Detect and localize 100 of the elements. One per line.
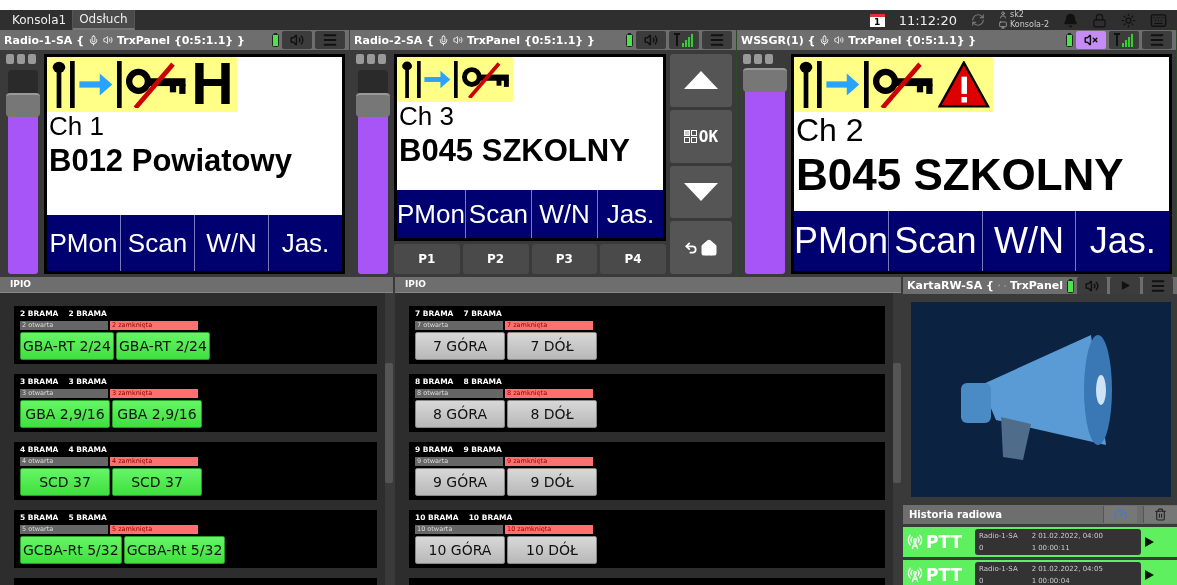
panel-title: WSSGR(1) { (741, 33, 816, 47)
menu-icon (1150, 277, 1166, 294)
preset-button[interactable]: P3 (531, 244, 598, 274)
entry-type: PTT (926, 532, 964, 552)
dial-icon (1114, 508, 1127, 521)
battery-icon (626, 33, 633, 47)
play-icon (1144, 537, 1154, 547)
bell-icon[interactable] (1063, 12, 1078, 28)
user-name: sk2 (1010, 10, 1024, 20)
battery-icon (272, 33, 279, 47)
io-button[interactable]: GBA-RT 2/24 (20, 332, 114, 360)
panel-title: TrxPanel {0:5:1.1} } (467, 33, 595, 47)
key-crossed-icon (461, 61, 510, 98)
station-name: Konsola-2 (1010, 20, 1049, 30)
slider-thumb[interactable] (6, 92, 40, 117)
speaker-button[interactable] (1077, 277, 1107, 294)
slider-thumb[interactable] (356, 92, 390, 117)
signal-icon (673, 33, 695, 47)
preset-button[interactable]: P1 (394, 244, 460, 274)
refresh-icon[interactable] (971, 13, 985, 27)
entry-type: PTT (926, 565, 964, 585)
channel-label: Ch 2 (795, 112, 865, 149)
volume-slider[interactable] (8, 70, 38, 274)
calendar-date: 1 (869, 13, 885, 27)
panel-title: KartaRW-SA { (907, 279, 994, 292)
io-button[interactable]: GBA 2,9/16 (20, 400, 110, 428)
menu-icon (322, 32, 338, 48)
ok-button[interactable]: OK (670, 109, 732, 163)
user-icon (999, 11, 1007, 19)
io-button[interactable]: 10 GÓRA (415, 536, 505, 564)
battery-icon (1066, 33, 1073, 47)
transfer-icon (70, 61, 123, 108)
io-button[interactable]: SCD 37 (20, 468, 110, 496)
channel-label: Ch 3 (398, 102, 455, 132)
antenna-icon (797, 61, 814, 108)
signal-button[interactable] (1109, 31, 1139, 49)
io-button[interactable]: 8 DÓŁ (507, 400, 597, 428)
play-button[interactable] (1110, 277, 1140, 294)
panel-title: TrxPanel {0:5:1.1} } (117, 33, 245, 47)
speaker-button[interactable] (282, 31, 312, 49)
station-name: B012 Powiatowy (48, 141, 293, 180)
history-title: Historia radiowa (909, 509, 1003, 520)
io-button[interactable]: GCBA-Rt 5/32 (20, 536, 122, 564)
panel-title: TrxPanel (1009, 279, 1063, 292)
scrollbar[interactable] (385, 293, 393, 585)
play-icon (1120, 281, 1130, 290)
preset-button[interactable]: P2 (462, 244, 529, 274)
panel-title: Radio-1-SA { (4, 33, 84, 47)
transfer-icon (817, 61, 870, 108)
menu-button[interactable] (1143, 277, 1173, 294)
key-crossed-icon (126, 61, 188, 108)
panel-title: TrxPanel {0:5:1.1} } (848, 33, 977, 47)
volume-slider[interactable] (358, 70, 388, 274)
radio-tower-icon (907, 567, 923, 583)
io-button[interactable]: 10 DÓŁ (507, 536, 597, 564)
back-home-button[interactable] (670, 221, 732, 274)
dial-button[interactable] (1103, 506, 1137, 523)
io-button[interactable]: SCD 37 (112, 468, 202, 496)
down-triangle-icon (684, 182, 718, 201)
up-button[interactable] (670, 54, 732, 107)
battery-icon (1067, 278, 1074, 293)
back-arrow-icon (684, 240, 698, 255)
lock-icon[interactable] (1092, 12, 1107, 28)
slider-thumb[interactable] (743, 68, 787, 93)
grip-icon (743, 54, 773, 64)
tab[interactable]: Odsłuch (73, 10, 135, 30)
grip-icon (356, 54, 386, 64)
brightness-icon[interactable] (1121, 12, 1136, 28)
panel-title: IPIO (0, 277, 393, 293)
radio-tower-icon (907, 534, 923, 550)
panel-title: Radio-2-SA { (354, 33, 434, 47)
io-button[interactable]: 7 DÓŁ (507, 332, 597, 360)
delete-button[interactable] (1143, 506, 1177, 523)
menu-icon (1149, 32, 1165, 48)
channel-label: Ch 1 (48, 112, 105, 142)
io-button[interactable]: 8 GÓRA (415, 400, 505, 428)
up-triangle-icon (684, 71, 718, 90)
key-crossed-icon (873, 61, 935, 108)
monitor-icon (999, 21, 1007, 29)
antenna-icon (400, 61, 413, 98)
io-button[interactable]: 9 GÓRA (415, 468, 505, 496)
preset-button[interactable]: P4 (600, 244, 666, 274)
mute-button[interactable] (1076, 31, 1106, 49)
antenna-icon (50, 61, 67, 108)
io-button[interactable]: GBA-RT 2/24 (115, 332, 210, 360)
grid-icon (683, 129, 697, 143)
signal-icon (1113, 33, 1135, 47)
down-button[interactable] (670, 165, 732, 219)
station-name: B045 SZKOLNY (398, 131, 631, 170)
warning-icon (938, 61, 990, 108)
io-button[interactable]: 7 GÓRA (415, 332, 505, 360)
io-button[interactable]: 9 DÓŁ (507, 468, 597, 496)
menu-button[interactable] (315, 31, 345, 49)
keyboard-icon[interactable] (1150, 11, 1167, 29)
play-icon (1144, 570, 1154, 580)
io-button[interactable]: GCBA-Rt 5/32 (123, 536, 226, 564)
signal-button[interactable] (669, 31, 699, 49)
io-button[interactable]: GBA 2,9/16 (112, 400, 202, 428)
home-icon (700, 238, 718, 257)
scrollbar[interactable] (893, 293, 901, 585)
